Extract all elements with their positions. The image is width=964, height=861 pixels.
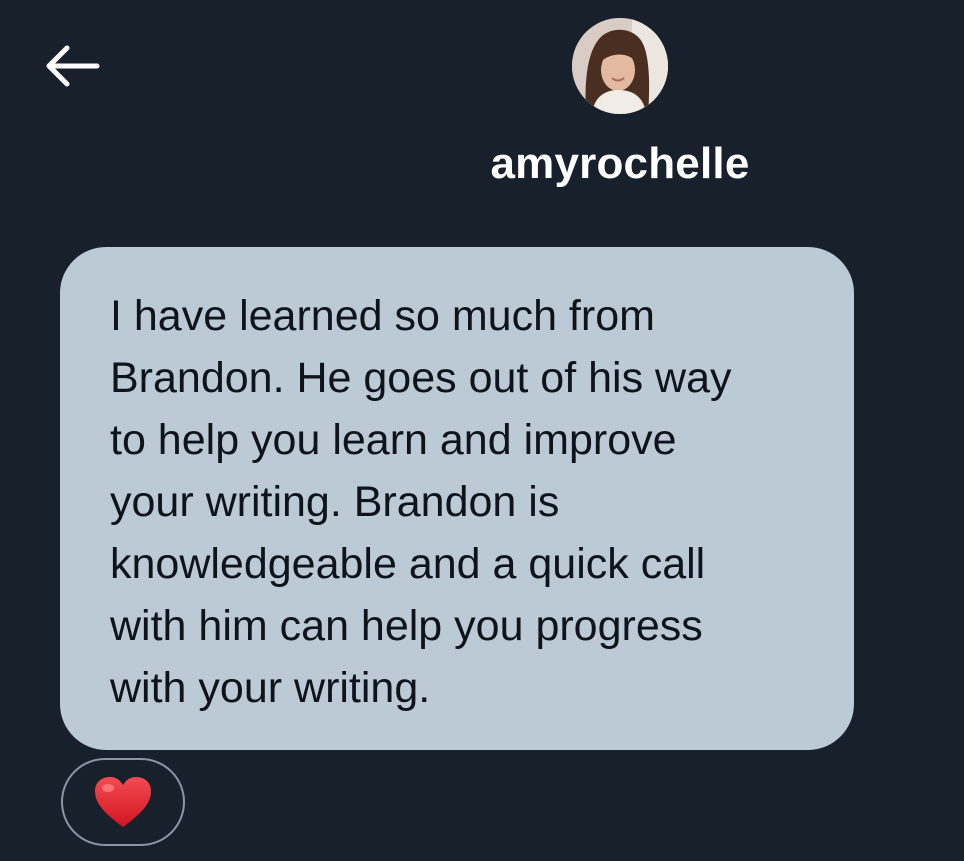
message-text-line: with your writing. [110,664,431,712]
message-bubble[interactable]: I have learned so much from Brandon. He … [60,247,854,750]
heart-reaction-button[interactable] [61,758,185,846]
username[interactable]: amyrochelle [420,138,820,190]
message-text-line: to help you learn and improve [110,416,677,464]
message-text-line: knowledgeable and a quick call [110,540,706,588]
arrow-left-icon [46,45,100,87]
message-text-line: with him can help you progress [110,602,703,650]
back-button[interactable] [38,40,106,92]
red-heart-icon [95,777,151,827]
avatar[interactable] [572,18,668,114]
message-text-line: Brandon. He goes out of his way [110,354,732,402]
profile-photo [572,18,668,114]
message-text-line: your writing. Brandon is [110,478,560,526]
message-text-line: I have learned so much from [110,292,655,340]
